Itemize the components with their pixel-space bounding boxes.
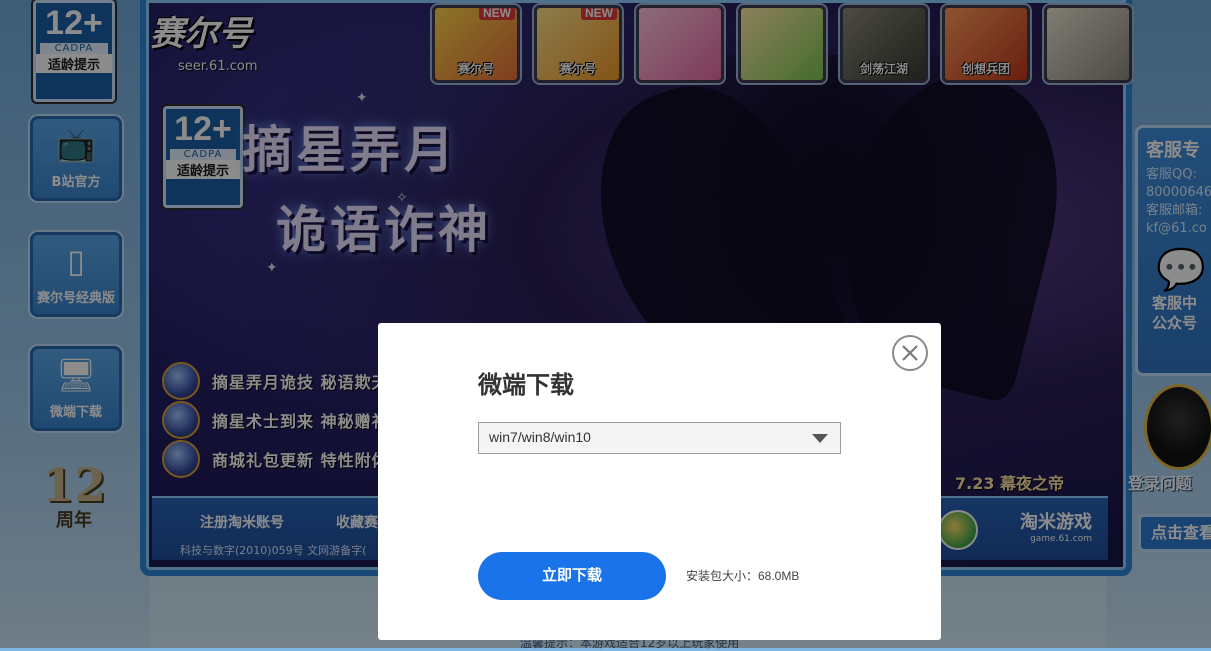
- os-version-select[interactable]: win7/win8/win10: [478, 422, 841, 454]
- download-dialog: 微端下载 win7/win8/win10 立即下载 安装包大小：68.0MB: [378, 323, 941, 640]
- dialog-title: 微端下载: [478, 372, 574, 399]
- package-size-label: 安装包大小：68.0MB: [686, 569, 800, 583]
- close-button[interactable]: [892, 335, 928, 371]
- close-icon: [902, 345, 918, 361]
- os-version-value: win7/win8/win10: [489, 429, 591, 445]
- download-now-button[interactable]: 立即下载: [478, 552, 666, 600]
- chevron-down-icon: [812, 434, 828, 443]
